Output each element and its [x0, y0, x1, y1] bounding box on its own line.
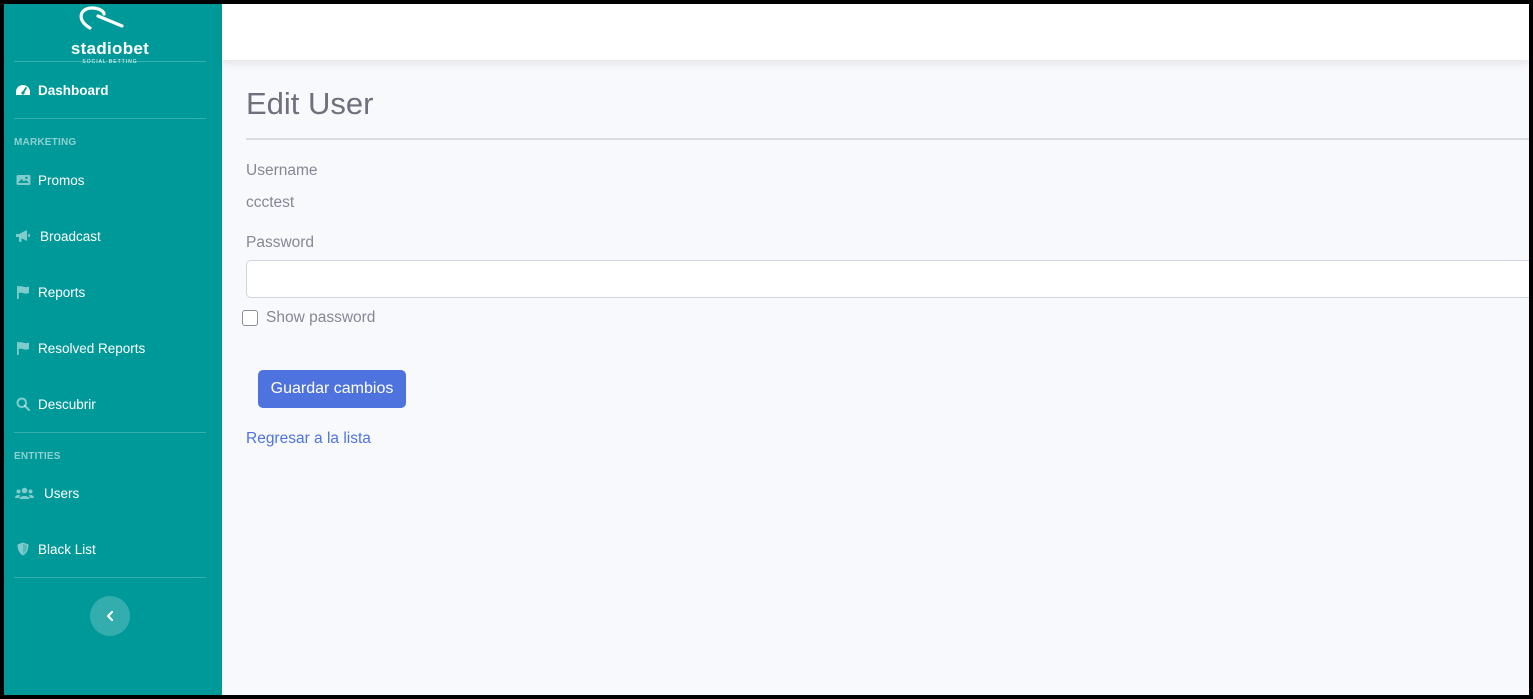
show-password-label[interactable]: Show password — [266, 309, 375, 327]
page-title: Edit User — [246, 86, 374, 121]
users-icon — [14, 486, 34, 500]
password-input[interactable] — [246, 260, 1529, 298]
sidebar-toggle-button[interactable] — [90, 596, 130, 636]
logo-icon — [79, 6, 124, 30]
sidebar-divider — [14, 577, 206, 578]
tachometer-icon — [14, 83, 32, 97]
sidebar-item-descubrir[interactable]: Descubrir — [14, 384, 214, 424]
sidebar-item-resolved-reports[interactable]: Resolved Reports — [14, 328, 214, 368]
username-value: ccctest — [246, 194, 295, 211]
sidebar-item-promos[interactable]: Promos — [14, 160, 214, 200]
topbar — [222, 4, 1529, 60]
sidebar-divider — [14, 432, 206, 433]
sidebar-item-label: Promos — [38, 172, 85, 188]
sidebar-item-reports[interactable]: Reports — [14, 272, 214, 312]
search-icon — [14, 397, 32, 411]
password-label: Password — [246, 234, 315, 251]
show-password-checkbox[interactable] — [242, 310, 258, 326]
sidebar-item-label: Broadcast — [40, 228, 101, 244]
sidebar-item-label: Resolved Reports — [38, 340, 146, 356]
sidebar-item-label: Reports — [38, 284, 86, 300]
bullhorn-icon — [14, 229, 32, 243]
flag-icon — [14, 341, 32, 355]
shield-icon — [14, 542, 32, 556]
title-divider — [246, 138, 1529, 140]
sidebar-item-label: Users — [44, 485, 80, 501]
sidebar-item-label: Black List — [38, 541, 96, 557]
image-icon — [14, 173, 32, 187]
sidebar-item-dashboard[interactable]: Dashboard — [14, 70, 214, 110]
sidebar-item-broadcast[interactable]: Broadcast — [14, 216, 214, 256]
back-to-list-link[interactable]: Regresar a la lista — [246, 430, 371, 448]
brand-tagline: SOCIAL BETTING — [82, 59, 138, 65]
sidebar-item-black-list[interactable]: Black List — [14, 529, 214, 569]
sidebar-heading-entities: ENTITIES — [14, 451, 61, 462]
sidebar-item-label: Dashboard — [38, 82, 109, 98]
brand-logo[interactable]: stadiobet SOCIAL BETTING — [4, 4, 222, 65]
sidebar: stadiobet SOCIAL BETTING Dashboard MARKE… — [4, 4, 222, 695]
sidebar-item-label: Descubrir — [38, 396, 96, 412]
username-label: Username — [246, 162, 318, 179]
chevron-left-icon — [106, 610, 114, 622]
brand-name: stadiobet — [70, 39, 150, 58]
flag-icon — [14, 285, 32, 299]
show-password-row[interactable]: Show password — [242, 309, 375, 327]
app-window: stadiobet SOCIAL BETTING Dashboard MARKE… — [4, 4, 1529, 695]
sidebar-divider — [14, 61, 206, 62]
sidebar-heading-marketing: MARKETING — [14, 137, 77, 148]
sidebar-divider — [14, 118, 206, 119]
save-button[interactable]: Guardar cambios — [258, 370, 406, 408]
sidebar-item-users[interactable]: Users — [14, 473, 214, 513]
